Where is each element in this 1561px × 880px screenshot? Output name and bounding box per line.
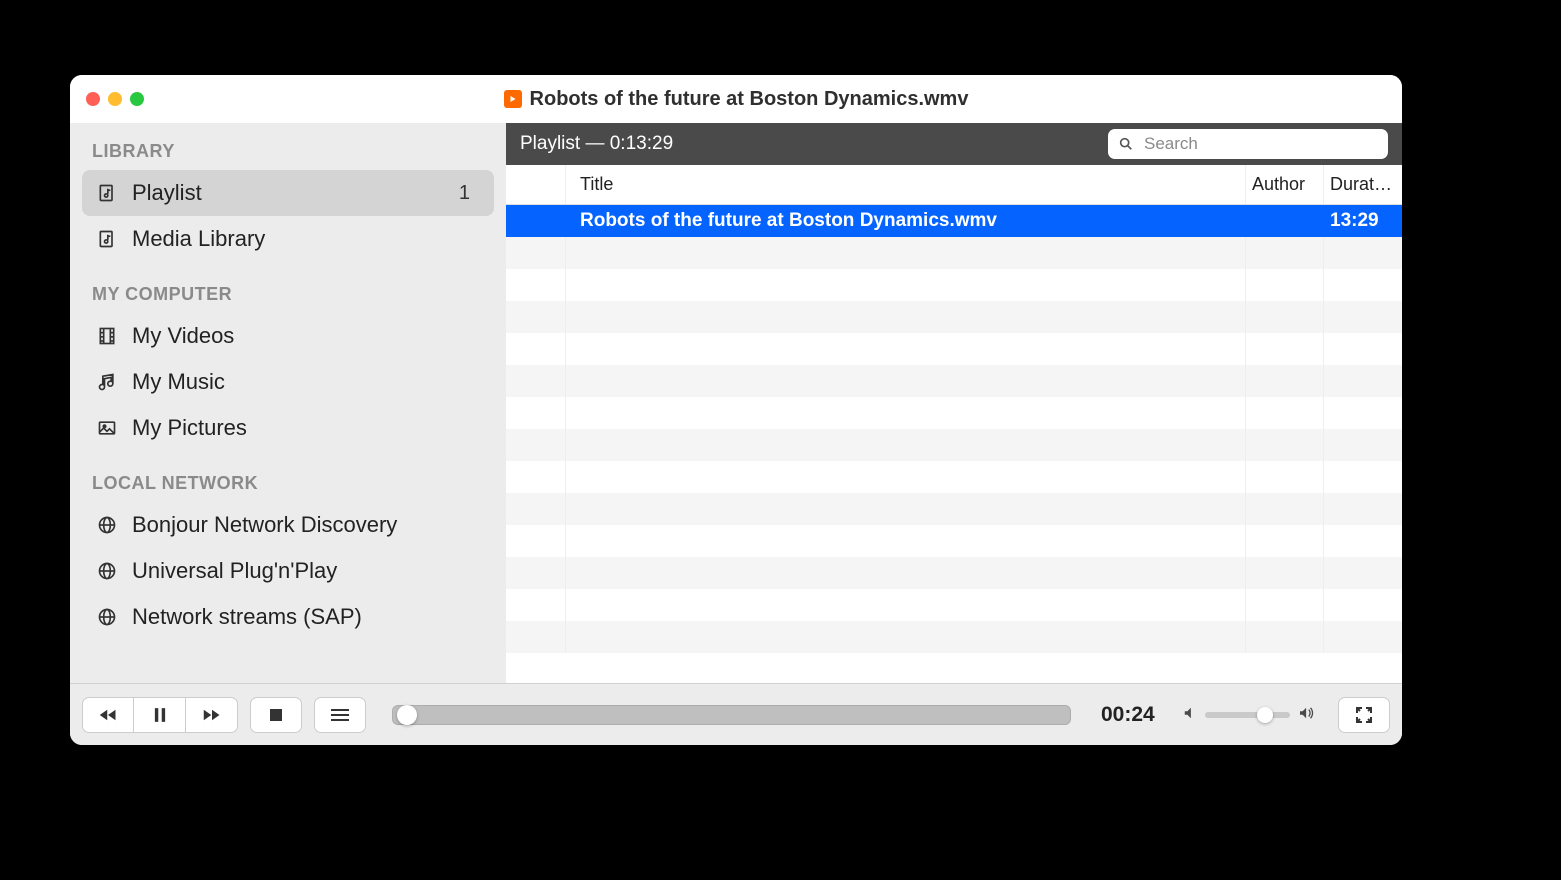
column-headers: Title Author Durat… bbox=[506, 165, 1402, 205]
sidebar-item-my-music[interactable]: My Music bbox=[82, 359, 494, 405]
sidebar-item-label: Network streams (SAP) bbox=[132, 604, 362, 630]
sidebar-item-my-videos[interactable]: My Videos bbox=[82, 313, 494, 359]
playback-controls: 00:24 bbox=[70, 683, 1402, 745]
window-controls bbox=[70, 92, 144, 106]
volume-knob[interactable] bbox=[1257, 707, 1273, 723]
elapsed-time: 00:24 bbox=[1091, 703, 1171, 727]
progress-slider[interactable] bbox=[392, 705, 1071, 725]
sidebar-section-network: LOCAL NETWORK bbox=[82, 465, 494, 502]
rewind-button[interactable] bbox=[82, 697, 134, 733]
sidebar-item-label: My Videos bbox=[132, 323, 234, 349]
sidebar-item-count: 1 bbox=[459, 182, 480, 205]
sidebar-item-playlist[interactable]: Playlist 1 bbox=[82, 170, 494, 216]
film-icon bbox=[96, 325, 118, 347]
playlist-toggle-button[interactable] bbox=[314, 697, 366, 733]
sidebar-item-my-pictures[interactable]: My Pictures bbox=[82, 405, 494, 451]
sidebar-item-upnp[interactable]: Universal Plug'n'Play bbox=[82, 548, 494, 594]
globe-icon bbox=[96, 560, 118, 582]
sidebar-item-bonjour[interactable]: Bonjour Network Discovery bbox=[82, 502, 494, 548]
column-header-duration[interactable]: Durat… bbox=[1324, 165, 1402, 204]
search-icon bbox=[1118, 136, 1134, 152]
playlist-icon bbox=[96, 228, 118, 250]
picture-icon bbox=[96, 417, 118, 439]
fast-forward-button[interactable] bbox=[186, 697, 238, 733]
playlist-panel: Playlist — 0:13:29 Title Author Durat… bbox=[506, 123, 1402, 683]
minimize-window-button[interactable] bbox=[108, 92, 122, 106]
vlc-app-icon bbox=[504, 90, 522, 108]
zoom-window-button[interactable] bbox=[130, 92, 144, 106]
vlc-window: Robots of the future at Boston Dynamics.… bbox=[70, 75, 1402, 745]
playlist-header: Playlist — 0:13:29 bbox=[506, 123, 1402, 165]
stop-button[interactable] bbox=[250, 697, 302, 733]
sidebar-item-sap[interactable]: Network streams (SAP) bbox=[82, 594, 494, 640]
sidebar-item-media-library[interactable]: Media Library bbox=[82, 216, 494, 262]
sidebar-item-label: My Music bbox=[132, 369, 225, 395]
sidebar-item-label: Playlist bbox=[132, 180, 202, 206]
sidebar-section-computer: MY COMPUTER bbox=[82, 276, 494, 313]
sidebar-item-label: Media Library bbox=[132, 226, 265, 252]
playlist-header-text: Playlist — 0:13:29 bbox=[520, 133, 673, 155]
pause-button[interactable] bbox=[134, 697, 186, 733]
window-title: Robots of the future at Boston Dynamics.… bbox=[530, 88, 969, 111]
column-header-author[interactable]: Author bbox=[1246, 165, 1324, 204]
globe-icon bbox=[96, 514, 118, 536]
sidebar-item-label: My Pictures bbox=[132, 415, 247, 441]
row-title: Robots of the future at Boston Dynamics.… bbox=[566, 210, 1246, 232]
close-window-button[interactable] bbox=[86, 92, 100, 106]
volume-slider[interactable] bbox=[1205, 712, 1290, 718]
row-duration: 13:29 bbox=[1324, 210, 1402, 232]
sidebar: LIBRARY Playlist 1 Media Library bbox=[70, 123, 506, 683]
playlist-icon bbox=[96, 182, 118, 204]
search-wrap bbox=[1108, 129, 1388, 159]
titlebar: Robots of the future at Boston Dynamics.… bbox=[70, 75, 1402, 123]
column-header-title[interactable]: Title bbox=[566, 165, 1246, 204]
volume-low-icon bbox=[1183, 706, 1197, 724]
playlist-rows: Robots of the future at Boston Dynamics.… bbox=[506, 205, 1402, 683]
search-input[interactable] bbox=[1108, 129, 1388, 159]
globe-icon bbox=[96, 606, 118, 628]
volume-high-icon bbox=[1298, 706, 1316, 724]
progress-knob[interactable] bbox=[397, 705, 417, 725]
playlist-row[interactable]: Robots of the future at Boston Dynamics.… bbox=[506, 205, 1402, 237]
sidebar-item-label: Universal Plug'n'Play bbox=[132, 558, 337, 584]
music-icon bbox=[96, 371, 118, 393]
fullscreen-button[interactable] bbox=[1338, 697, 1390, 733]
sidebar-item-label: Bonjour Network Discovery bbox=[132, 512, 397, 538]
sidebar-section-library: LIBRARY bbox=[82, 133, 494, 170]
